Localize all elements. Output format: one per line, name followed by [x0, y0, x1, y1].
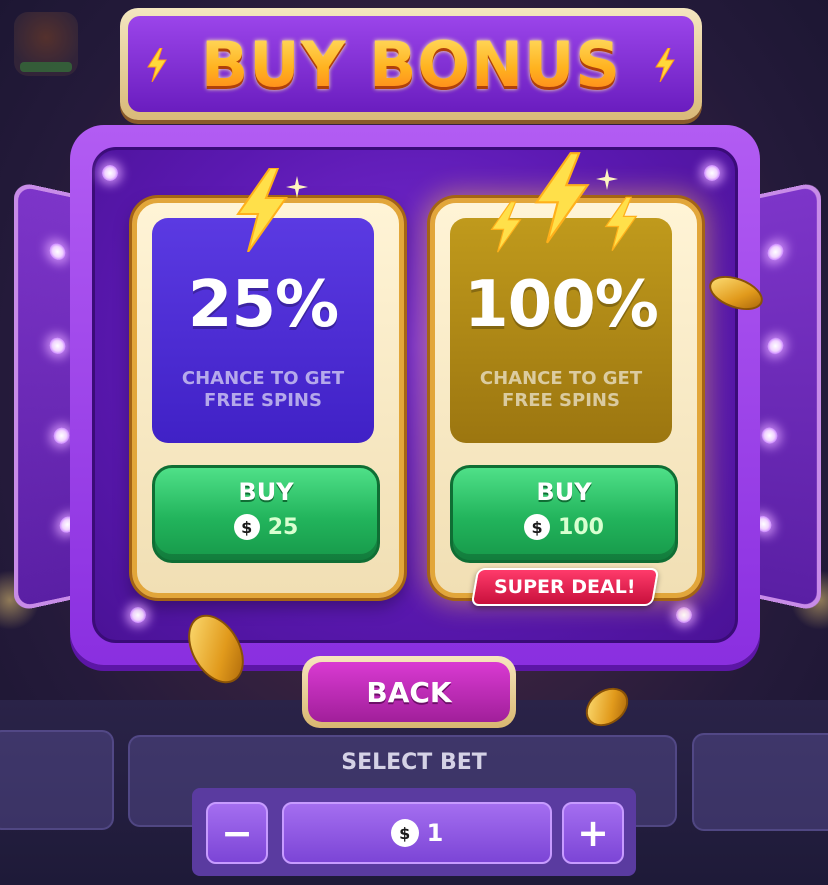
- increase-bet-button[interactable]: +: [562, 802, 624, 864]
- sparkle-icon: [596, 168, 618, 190]
- background-panel-left: [0, 730, 114, 830]
- buy-label: BUY: [238, 478, 294, 506]
- coin-dollar-icon: $: [233, 514, 260, 540]
- light-bulb: [767, 242, 784, 262]
- decrease-bet-button[interactable]: −: [206, 802, 268, 864]
- buy-button-25[interactable]: BUY $ 25: [152, 465, 380, 563]
- light-bulb: [53, 427, 70, 445]
- dialog-title: BUY BONUS: [201, 27, 621, 101]
- bonus-offer-card-25: 25% CHANCE TO GET FREE SPINS BUY $ 25: [132, 198, 404, 598]
- title-banner: BUY BONUS: [120, 8, 702, 120]
- background-panel-right: [692, 733, 828, 831]
- plus-icon: +: [577, 811, 609, 855]
- bet-selector: − $ 1 +: [192, 788, 636, 876]
- bet-amount: 1: [426, 819, 444, 847]
- price-row: $ 100: [524, 514, 604, 540]
- price-row: $ 25: [233, 514, 299, 540]
- lightning-bolt-icon: [147, 48, 167, 82]
- offer-description: CHANCE TO GET FREE SPINS: [181, 368, 345, 411]
- minus-icon: −: [221, 811, 253, 855]
- bet-value-display: $ 1: [282, 802, 552, 864]
- light-bulb: [130, 607, 146, 623]
- lightning-bolt-icon: [236, 168, 288, 252]
- lightning-bolt-icon: [604, 196, 638, 251]
- offer-percent: 100%: [464, 268, 659, 342]
- light-bulb: [761, 427, 778, 445]
- game-logo: [14, 12, 78, 76]
- lightning-bolt-icon: [490, 201, 522, 253]
- offer-percent: 25%: [187, 268, 339, 342]
- back-button-frame: BACK: [302, 656, 516, 728]
- light-bulb: [49, 337, 66, 355]
- super-deal-badge: SUPER DEAL!: [470, 568, 660, 606]
- select-bet-label: SELECT BET: [341, 750, 487, 775]
- lightning-bolt-icon: [655, 48, 675, 82]
- light-bulb: [102, 165, 118, 181]
- light-bulb: [676, 607, 692, 623]
- lightning-bolt-icon: [534, 152, 590, 244]
- offer-description: CHANCE TO GET FREE SPINS: [479, 368, 643, 411]
- light-bulb: [704, 165, 720, 181]
- sparkle-icon: [286, 176, 308, 198]
- coin-dollar-icon: $: [524, 514, 551, 540]
- offer-price: 100: [558, 514, 604, 540]
- offer-price: 25: [267, 514, 299, 540]
- bonus-offer-card-100: 100% CHANCE TO GET FREE SPINS BUY $ 100: [430, 198, 702, 598]
- buy-label: BUY: [536, 478, 592, 506]
- title-banner-inner: BUY BONUS: [128, 16, 694, 112]
- back-button[interactable]: BACK: [308, 662, 510, 722]
- back-label: BACK: [366, 675, 452, 709]
- coin-dollar-icon: $: [390, 819, 419, 847]
- buy-button-100[interactable]: BUY $ 100: [450, 465, 678, 563]
- super-deal-label: SUPER DEAL!: [494, 576, 636, 598]
- light-bulb: [49, 242, 66, 262]
- light-bulb: [767, 337, 784, 355]
